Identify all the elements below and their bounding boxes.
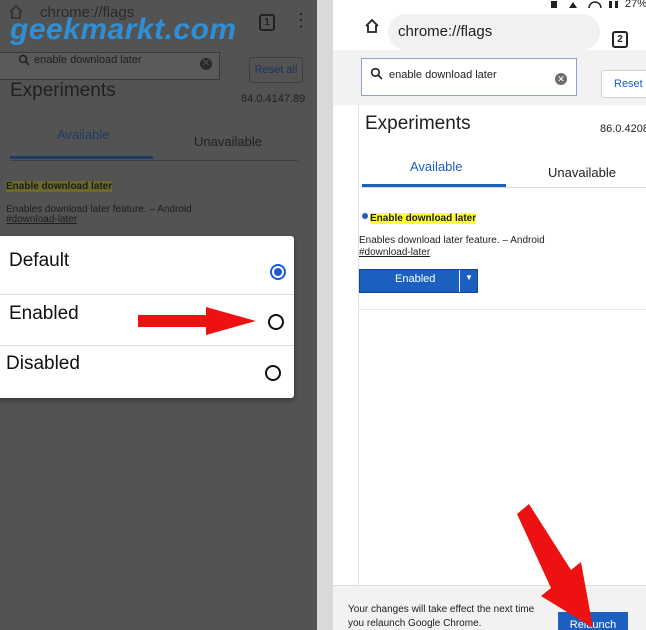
tab-unavailable[interactable]: Unavailable [194,134,262,149]
flag-divider [359,309,646,310]
flag-anchor-link[interactable]: #download-later [359,247,430,258]
radio-unselected-icon[interactable] [268,314,284,330]
option-label: Default [9,250,70,271]
tab-switcher-button[interactable]: 2 [612,31,628,48]
option-disabled[interactable]: Disabled [0,346,294,396]
right-screenshot-panel: 27% chrome://flags 2 enable download lat… [333,0,646,630]
tab-available[interactable]: Available [57,127,110,142]
watermark-logo: geekmarkt.com [10,13,237,46]
option-label: Disabled [6,353,80,374]
relaunch-button[interactable]: Relaunch [558,612,628,630]
search-input[interactable]: enable download later [389,69,497,81]
active-tab-indicator [10,156,153,159]
dropdown-caret-icon[interactable]: ▼ [465,273,473,282]
tab-unavailable[interactable]: Unavailable [548,165,616,180]
reset-all-button[interactable]: Reset all [249,57,303,83]
flag-state-value: Enabled [395,273,436,285]
reset-all-button[interactable]: Reset a [601,70,646,98]
address-bar-url[interactable]: chrome://flags [398,23,492,40]
clear-search-icon[interactable]: ✕ [555,73,567,85]
flag-options-dialog: Default Enabled Disabled [0,236,294,398]
page-title: Experiments [10,80,116,101]
version-label: 86.0.4208 [600,123,646,135]
radio-selected-icon[interactable] [270,264,286,280]
page-title: Experiments [365,113,471,134]
radio-unselected-icon[interactable] [265,365,281,381]
tab-divider [10,160,298,161]
menu-kebab-icon[interactable]: ⋮ [292,11,310,29]
flag-anchor-link[interactable]: #download-later [6,214,77,225]
relaunch-message-line2: you relaunch Google Chrome. [348,618,482,629]
flag-title: Enable download later [370,213,477,224]
home-icon[interactable] [364,18,380,34]
battery-level: 27% [625,0,646,10]
panel-divider [317,0,333,630]
modified-dot-icon [362,213,368,219]
flag-title: Enable download later [6,181,113,192]
left-screenshot-panel: chrome://flags 1 ⋮ geekmarkt.com enable … [0,0,317,630]
option-label: Enabled [9,303,79,324]
status-icons [551,1,618,9]
tab-divider [362,187,646,188]
relaunch-message-line1: Your changes will take effect the next t… [348,604,535,615]
flag-description: Enables download later feature. – Androi… [359,235,545,246]
search-input[interactable]: enable download later [34,54,142,66]
option-enabled[interactable]: Enabled [0,295,294,345]
select-divider [459,270,460,292]
search-icon [370,67,383,80]
clear-search-icon[interactable]: ✕ [200,58,212,70]
version-label: 84.0.4147.89 [241,93,306,105]
tab-available[interactable]: Available [410,159,463,174]
option-default[interactable]: Default [0,236,294,286]
tab-switcher-button[interactable]: 1 [259,14,275,31]
search-icon [18,54,30,66]
